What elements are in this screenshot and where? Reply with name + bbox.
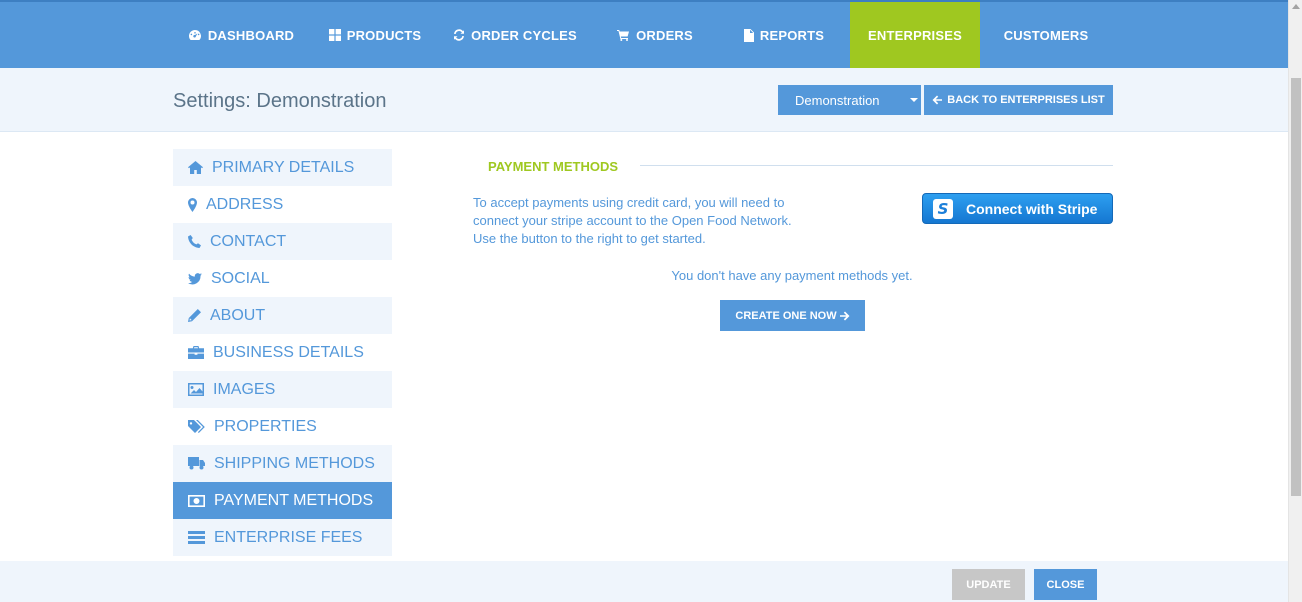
file-icon xyxy=(743,28,754,42)
nav-enterprises-label: ENTERPRISES xyxy=(868,27,962,43)
sidebar-item-primary-details[interactable]: PRIMARY DETAILS xyxy=(173,149,392,186)
sidebar-item-address[interactable]: ADDRESS xyxy=(173,186,392,223)
nav-customers[interactable]: CUSTOMERS xyxy=(986,2,1106,68)
briefcase-icon xyxy=(188,346,204,359)
nav-products-label: PRODUCTS xyxy=(346,27,422,43)
sidebar-item-label: ABOUT xyxy=(210,306,266,324)
nav-products[interactable]: PRODUCTS xyxy=(314,2,436,68)
stripe-logo-icon: S xyxy=(933,198,953,219)
nav-enterprises[interactable]: ENTERPRISES xyxy=(850,2,980,75)
refresh-icon xyxy=(454,29,465,41)
nav-reports-label: REPORTS xyxy=(759,27,825,43)
nav-orders[interactable]: ORDERS xyxy=(598,2,712,68)
sidebar-item-label: SHIPPING METHODS xyxy=(214,454,375,472)
top-navigation: DASHBOARD PRODUCTS ORDER CYCLES ORDERS R… xyxy=(0,0,1288,75)
enterprise-select[interactable]: Demonstration xyxy=(778,85,921,115)
tags-icon xyxy=(188,419,205,433)
arrow-right-icon xyxy=(839,311,850,320)
sidebar-item-business-details[interactable]: BUSINESS DETAILS xyxy=(173,334,392,371)
sidebar-item-label: ADDRESS xyxy=(206,195,284,213)
grid-icon xyxy=(328,29,341,41)
shopping-cart-icon xyxy=(617,30,630,41)
sidebar-item-label: PRIMARY DETAILS xyxy=(212,158,355,176)
back-to-enterprises-button[interactable]: BACK TO ENTERPRISES LIST xyxy=(924,85,1113,115)
sidebar-item-properties[interactable]: PROPERTIES xyxy=(173,408,392,445)
sidebar-item-contact[interactable]: CONTACT xyxy=(173,223,392,260)
page-header: Settings: Demonstration Demonstration BA… xyxy=(0,68,1288,132)
create-button-label: CREATE ONE NOW xyxy=(735,309,837,322)
sidebar-item-about[interactable]: ABOUT xyxy=(173,297,392,334)
nav-orders-label: ORDERS xyxy=(636,27,693,43)
sidebar-item-shipping-methods[interactable]: SHIPPING METHODS xyxy=(173,445,392,482)
sidebar-item-label: BUSINESS DETAILS xyxy=(213,343,364,361)
home-icon xyxy=(188,161,203,174)
sidebar-item-label: PAYMENT METHODS xyxy=(214,491,374,509)
scroll-up-arrow-icon[interactable] xyxy=(1292,4,1300,9)
pencil-icon xyxy=(188,309,201,322)
back-button-label: BACK TO ENTERPRISES LIST xyxy=(947,94,1105,106)
stripe-instructions-line: Use the button to the right to get start… xyxy=(473,231,706,246)
action-footer: UPDATE CLOSE xyxy=(0,561,1288,602)
nav-dashboard[interactable]: DASHBOARD xyxy=(172,2,310,68)
truck-icon xyxy=(188,457,205,470)
money-icon xyxy=(188,494,205,507)
nav-order-cycles-label: ORDER CYCLES xyxy=(471,27,577,43)
sidebar-item-social[interactable]: SOCIAL xyxy=(173,260,392,297)
create-payment-method-button[interactable]: CREATE ONE NOW xyxy=(720,300,865,331)
connect-stripe-button[interactable]: S Connect with Stripe xyxy=(922,193,1113,224)
connect-stripe-label: Connect with Stripe xyxy=(966,200,1098,217)
section-title: PAYMENT METHODS xyxy=(488,159,619,174)
section-divider xyxy=(640,165,1113,166)
sidebar-item-enterprise-fees[interactable]: ENTERPRISE FEES xyxy=(173,519,392,556)
settings-sidebar: PRIMARY DETAILS ADDRESS CONTACT SOCIAL A… xyxy=(173,149,392,556)
dashboard-icon xyxy=(188,30,201,40)
map-marker-icon xyxy=(188,197,197,212)
caret-down-icon xyxy=(910,98,918,102)
twitter-icon xyxy=(188,272,202,284)
sidebar-item-payment-methods[interactable]: PAYMENT METHODS xyxy=(173,482,392,519)
sidebar-item-label: CONTACT xyxy=(210,232,287,250)
stripe-instructions: To accept payments using credit card, yo… xyxy=(473,194,823,248)
stripe-instructions-line: connect your stripe account to the Open … xyxy=(473,213,792,228)
stripe-instructions-line: To accept payments using credit card, yo… xyxy=(473,195,785,210)
list-icon xyxy=(188,531,205,544)
page-title: Settings: Demonstration xyxy=(173,90,387,112)
empty-state-message: You don't have any payment methods yet. xyxy=(671,268,913,283)
sidebar-item-label: ENTERPRISE FEES xyxy=(214,528,363,546)
update-button[interactable]: UPDATE xyxy=(952,569,1025,600)
arrow-left-icon xyxy=(932,95,943,105)
nav-order-cycles[interactable]: ORDER CYCLES xyxy=(446,2,584,68)
phone-icon xyxy=(188,235,201,248)
image-icon xyxy=(188,383,204,396)
sidebar-item-label: IMAGES xyxy=(213,380,276,398)
nav-customers-label: CUSTOMERS xyxy=(1003,27,1089,43)
vertical-scrollbar[interactable] xyxy=(1288,0,1302,602)
sidebar-item-label: PROPERTIES xyxy=(214,417,317,435)
enterprise-select-value: Demonstration xyxy=(795,93,880,108)
nav-reports[interactable]: REPORTS xyxy=(728,2,840,68)
sidebar-item-images[interactable]: IMAGES xyxy=(173,371,392,408)
sidebar-item-label: SOCIAL xyxy=(211,269,270,287)
scrollbar-thumb[interactable] xyxy=(1291,78,1301,496)
close-button[interactable]: CLOSE xyxy=(1034,569,1097,600)
nav-dashboard-label: DASHBOARD xyxy=(207,27,295,43)
